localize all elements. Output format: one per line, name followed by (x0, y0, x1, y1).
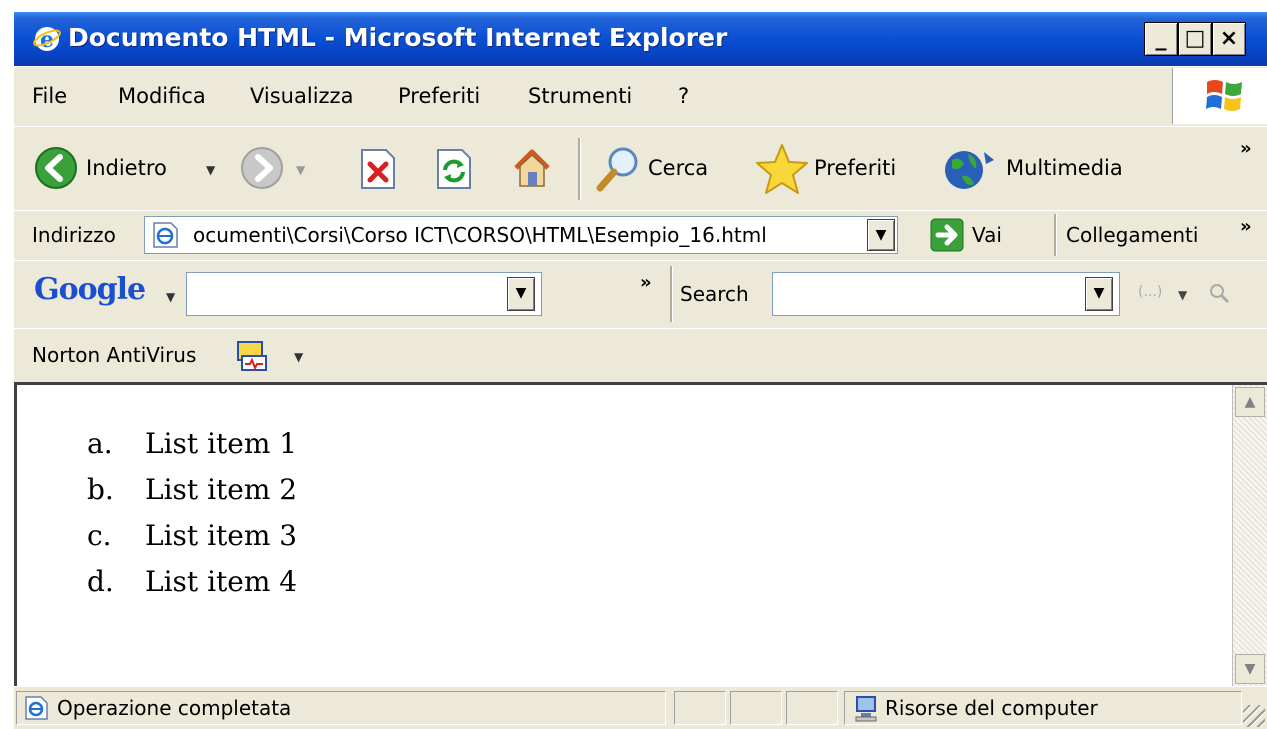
list-marker: b. (87, 473, 114, 506)
status-pane-2 (730, 691, 782, 725)
norton-toolbar: Norton AntiVirus ▼ (14, 328, 1267, 383)
menu-visualizza[interactable]: Visualizza (250, 84, 353, 108)
zone-text: Risorse del computer (885, 696, 1098, 720)
ie-window: e Documento HTML - Microsoft Internet Ex… (14, 12, 1267, 729)
links-more-chevron[interactable]: » (1240, 216, 1252, 237)
toolbar-separator (578, 138, 581, 200)
go-button-label[interactable]: Vai (972, 223, 1002, 247)
google-separator (670, 266, 673, 322)
forward-dropdown[interactable]: ▼ (296, 163, 305, 177)
window-title: Documento HTML - Microsoft Internet Expl… (68, 23, 728, 52)
close-button[interactable]: × (1212, 22, 1246, 56)
favorites-button-label[interactable]: Preferiti (814, 156, 896, 180)
google-search-input[interactable]: ▼ (186, 272, 542, 316)
menu-bar: File Modifica Visualizza Preferiti Strum… (14, 66, 1267, 127)
google-logo[interactable]: Google (34, 272, 146, 307)
scroll-down-button[interactable]: ▼ (1235, 654, 1265, 684)
search-input-dropdown[interactable]: ▼ (1085, 277, 1113, 311)
home-icon[interactable] (508, 144, 556, 192)
list-marker: c. (87, 519, 112, 552)
google-more-chevron[interactable]: » (640, 272, 652, 293)
norton-label: Norton AntiVirus (32, 343, 197, 367)
maximize-button[interactable]: □ (1178, 22, 1212, 56)
norton-dropdown[interactable]: ▼ (294, 350, 303, 364)
google-logo-dropdown[interactable]: ▼ (166, 290, 175, 304)
list-item-text: List item 4 (145, 565, 298, 598)
list-item-text: List item 1 (145, 427, 298, 460)
status-text: Operazione completata (57, 696, 292, 720)
status-pane-zone: Risorse del computer (844, 691, 1242, 725)
magnifier-icon[interactable] (1208, 282, 1232, 306)
status-pane-1 (674, 691, 726, 725)
stop-icon[interactable] (358, 148, 398, 190)
back-icon[interactable] (34, 146, 78, 190)
ie-icon: e (33, 27, 61, 53)
minimize-button[interactable]: _ (1144, 22, 1178, 56)
list-marker: d. (87, 565, 114, 598)
norton-icon[interactable] (236, 340, 270, 372)
windows-logo-icon (1206, 80, 1242, 111)
options-dropdown[interactable]: ▼ (1178, 288, 1187, 302)
media-button-label[interactable]: Multimedia (1006, 156, 1123, 180)
google-search-dropdown[interactable]: ▼ (507, 277, 535, 311)
options-button[interactable]: (...) (1138, 284, 1162, 300)
page-content[interactable]: a. List item 1 b. List item 2 c. List it… (14, 382, 1267, 686)
list-item-text: List item 3 (145, 519, 298, 552)
computer-icon (855, 696, 877, 722)
menu-file[interactable]: File (32, 84, 67, 108)
back-dropdown[interactable]: ▼ (206, 163, 215, 177)
status-bar: Operazione completata Risorse del comput… (14, 686, 1267, 729)
address-separator (1054, 214, 1057, 256)
address-label: Indirizzo (32, 223, 116, 247)
address-bar: Indirizzo ocumenti\Corsi\Corso ICT\CORSO… (14, 210, 1267, 261)
address-input[interactable]: ocumenti\Corsi\Corso ICT\CORSO\HTML\Esem… (144, 216, 898, 254)
status-pane-3 (786, 691, 838, 725)
search-label: Search (680, 282, 749, 306)
toolbar-more-chevron[interactable]: » (1240, 138, 1252, 159)
refresh-icon[interactable] (434, 148, 474, 190)
google-toolbar: Google ▼ ▼ » Search ▼ (...) ▼ (14, 260, 1267, 329)
resize-grip[interactable] (1243, 705, 1265, 727)
back-button-label[interactable]: Indietro (86, 156, 167, 180)
google-logo-text: Google (34, 272, 146, 307)
standard-toolbar: Indietro ▼ ▼ Cerca Preferiti Multimedia … (14, 126, 1267, 211)
address-dropdown-button[interactable]: ▼ (867, 219, 895, 251)
search-icon[interactable] (592, 144, 642, 194)
favorites-star-icon[interactable] (754, 142, 810, 196)
page-icon (153, 222, 178, 248)
menu-help[interactable]: ? (678, 84, 689, 108)
ie-page-icon (25, 696, 48, 720)
list-marker: a. (87, 427, 113, 460)
menu-modifica[interactable]: Modifica (118, 84, 206, 108)
vertical-scrollbar[interactable]: ▲ ▼ (1232, 385, 1267, 686)
search-input[interactable]: ▼ (772, 272, 1120, 316)
forward-icon[interactable] (240, 146, 284, 190)
windows-logo-box (1172, 68, 1267, 124)
scroll-up-button[interactable]: ▲ (1235, 387, 1265, 417)
title-bar[interactable]: e Documento HTML - Microsoft Internet Ex… (14, 12, 1267, 66)
links-label[interactable]: Collegamenti (1066, 223, 1198, 247)
media-icon[interactable] (944, 146, 996, 192)
search-button-label[interactable]: Cerca (648, 156, 708, 180)
address-value[interactable]: ocumenti\Corsi\Corso ICT\CORSO\HTML\Esem… (193, 223, 767, 247)
list-item-text: List item 2 (145, 473, 298, 506)
menu-preferiti[interactable]: Preferiti (398, 84, 480, 108)
status-pane-main: Operazione completata (16, 691, 666, 725)
go-arrow-icon[interactable] (930, 218, 964, 252)
menu-strumenti[interactable]: Strumenti (528, 84, 632, 108)
